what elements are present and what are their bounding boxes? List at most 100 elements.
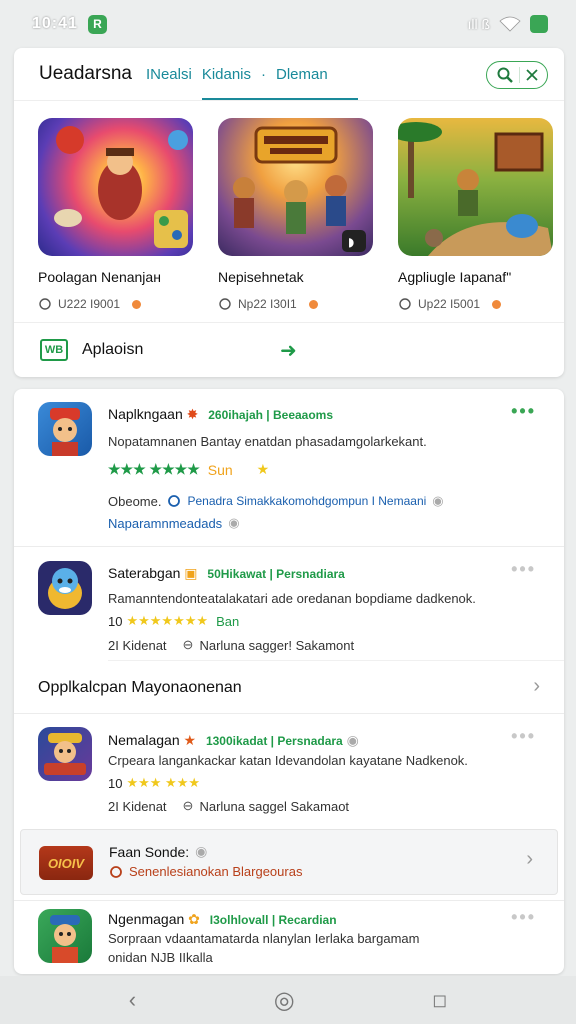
item-detail-line: Obeome. Penadra Simakkakomohdgompun I Ne…	[108, 493, 444, 509]
featured-thumbnail[interactable]	[398, 118, 553, 256]
chat-icon	[39, 298, 51, 310]
system-nav-bar: ‹ ◎ ◻	[0, 976, 576, 1024]
active-tab-indicator	[202, 98, 358, 100]
star-badge-icon: ★	[183, 732, 197, 748]
chevron-right-icon[interactable]: ›	[533, 675, 540, 698]
refresh-icon	[110, 865, 122, 878]
item-tag: I3olhlovall | Recardian	[209, 913, 337, 927]
star-icon: ★	[256, 461, 270, 477]
item-detail-count: 2I Kidenat	[108, 637, 167, 653]
item-title-text: Ngenmagan	[108, 911, 185, 927]
status-dot	[308, 299, 318, 309]
app-icon[interactable]	[38, 561, 92, 615]
tab-1[interactable]: INealsi	[146, 66, 192, 83]
app-icon[interactable]	[38, 402, 92, 456]
status-bar: 10:41 R ıll ß	[0, 0, 576, 48]
promo-subtitle: Senenlesianokan Blargeouras	[129, 864, 303, 879]
arrow-right-icon[interactable]: ➜	[280, 338, 297, 363]
pill-divider	[518, 67, 520, 83]
item-description: Crpeara langankackar katan Idevandolan k…	[108, 753, 468, 768]
more-options-icon[interactable]: •••	[511, 726, 536, 747]
flame-icon: ✸	[186, 406, 199, 422]
signal-icon: ıll ß	[467, 16, 490, 32]
bookmark-icon: ⊖	[182, 637, 194, 652]
info-icon: ◉	[346, 732, 359, 748]
more-options-icon[interactable]: •••	[511, 907, 536, 928]
promo-logo: OIOIV	[39, 846, 93, 880]
featured-title: Poolagan Nenanjaн	[38, 269, 161, 285]
more-options-icon[interactable]: •••	[511, 401, 536, 422]
item-tag: 50Hikawat | Persnadiara	[207, 567, 345, 581]
info-icon: ◉	[432, 493, 444, 508]
app-icon[interactable]	[38, 909, 92, 963]
recent-apps-icon[interactable]: ◻	[432, 990, 447, 1011]
list-item[interactable]: Nemalagan ★ 1300ikadat | Persnadara ◉ ••…	[14, 714, 564, 824]
featured-meta: Up22 I5001	[398, 297, 553, 311]
item-title: Nemalagan ★ 1300ikadat | Persnadara ◉	[108, 732, 359, 749]
back-icon[interactable]: ‹	[129, 987, 136, 1013]
home-icon[interactable]: ◎	[274, 986, 295, 1015]
item-title-text: Nemalagan	[108, 732, 180, 748]
featured-meta: U222 I9001	[38, 297, 193, 311]
featured-title: Agpliugle Iapanaf"	[398, 269, 512, 285]
featured-card: Ueadarsna INealsi Kidanis · Dleman Poola…	[14, 48, 564, 377]
apps-label: Aplaoisn	[82, 341, 144, 358]
rating-stars: ★★★★★★★	[126, 613, 209, 628]
featured-meta: Np22 I30I1	[218, 297, 373, 311]
tab-separator: ·	[261, 65, 267, 83]
tab-3[interactable]: Dleman	[276, 66, 328, 83]
rating-suffix: Sun	[207, 461, 233, 478]
featured-thumbnail[interactable]	[38, 118, 193, 256]
featured-thumbnail[interactable]: ◗	[218, 118, 373, 256]
more-options-icon[interactable]: •••	[511, 559, 536, 580]
item-tag: 1300ikadat | Persnadara	[205, 734, 343, 748]
status-dot	[492, 299, 502, 309]
bookmark-icon: ⊖	[182, 798, 194, 813]
item-detail-line: Naparamnmeadads ◉	[108, 515, 240, 531]
item-detail-text: Narluna saggel Sakamaot	[199, 798, 350, 814]
promo-banner[interactable]: OIOIV Faan Sonde: ◉ Senenlesianokan Blar…	[20, 829, 558, 895]
notification-app-icon: R	[87, 14, 107, 34]
featured-item[interactable]: Poolagan Nenanjaн U222 I9001	[38, 118, 193, 322]
search-icon[interactable]	[496, 66, 514, 84]
item-detail-link[interactable]: Penadra Simakkakomohdgompun I Nemaani	[187, 494, 426, 508]
rating-row: ★★★ ★★★★ Sun ★	[108, 461, 269, 478]
featured-item[interactable]: Agpliugle Iapanaf" Up22 I5001	[398, 118, 553, 322]
chevron-right-icon[interactable]: ›	[526, 848, 533, 871]
battery-icon	[530, 15, 548, 33]
featured-item[interactable]: ◗ Nepisehnetak Np22 I30I1	[218, 118, 373, 322]
item-title-text: Saterabgan	[108, 565, 181, 581]
item-tag: 260ihajah | Beeaaoms	[208, 408, 334, 422]
chat-icon	[219, 298, 231, 310]
item-title: Naplkngaan ✸ 260ihajah | Beeaaoms	[108, 406, 333, 423]
expand-icon[interactable]	[525, 68, 539, 82]
item-detail-link[interactable]: Naparamnmeadads	[108, 516, 222, 531]
item-title-text: Naplkngaan	[108, 406, 183, 422]
badge-icon: ▣	[184, 565, 198, 581]
app-list-card: Naplkngaan ✸ 260ihajah | Beeaaoms ••• No…	[14, 389, 564, 974]
info-icon: ◉	[228, 515, 240, 530]
rating-stars: ★★★ ★★★	[126, 775, 201, 790]
status-dot	[132, 299, 142, 309]
page-title: Ueadarsna	[39, 63, 132, 84]
chat-icon	[399, 298, 411, 310]
app-icon[interactable]	[38, 727, 92, 781]
item-description: Nopatamnanen Bantay enatdan phasadamgola…	[108, 434, 427, 449]
list-item[interactable]: Ngenmagan ✿ I3olhlovall | Recardian ••• …	[14, 901, 564, 974]
section-header[interactable]: Opplkalcpan Mayonaonenan ›	[14, 661, 564, 713]
list-item[interactable]: Naplkngaan ✸ 260ihajah | Beeaaoms ••• No…	[14, 389, 564, 546]
refresh-icon	[168, 495, 181, 507]
list-item[interactable]: Saterabgan ▣ 50Hikawat | Persnadiara •••…	[14, 547, 564, 659]
header-bar: Ueadarsna INealsi Kidanis · Dleman	[14, 48, 564, 101]
featured-meta-text: U222 I9001	[58, 297, 121, 311]
rating-count: 10	[108, 613, 123, 629]
featured-title: Nepisehnetak	[218, 269, 304, 285]
apps-link-row[interactable]: WB Aplaoisn ➜	[14, 323, 564, 377]
item-detail-line: 2I Kidenat ⊖ Narluna sagger! Sakamont	[108, 637, 354, 653]
tab-2[interactable]: Kidanis	[202, 66, 251, 83]
item-detail-count: 2I Kidenat	[108, 798, 167, 814]
header-action-pill	[486, 61, 548, 89]
featured-row: Poolagan Nenanjaн U222 I9001 ◗ Nepisehne…	[14, 101, 564, 323]
rating-count: 10	[108, 775, 123, 791]
item-title: Saterabgan ▣ 50Hikawat | Persnadiara	[108, 565, 345, 582]
